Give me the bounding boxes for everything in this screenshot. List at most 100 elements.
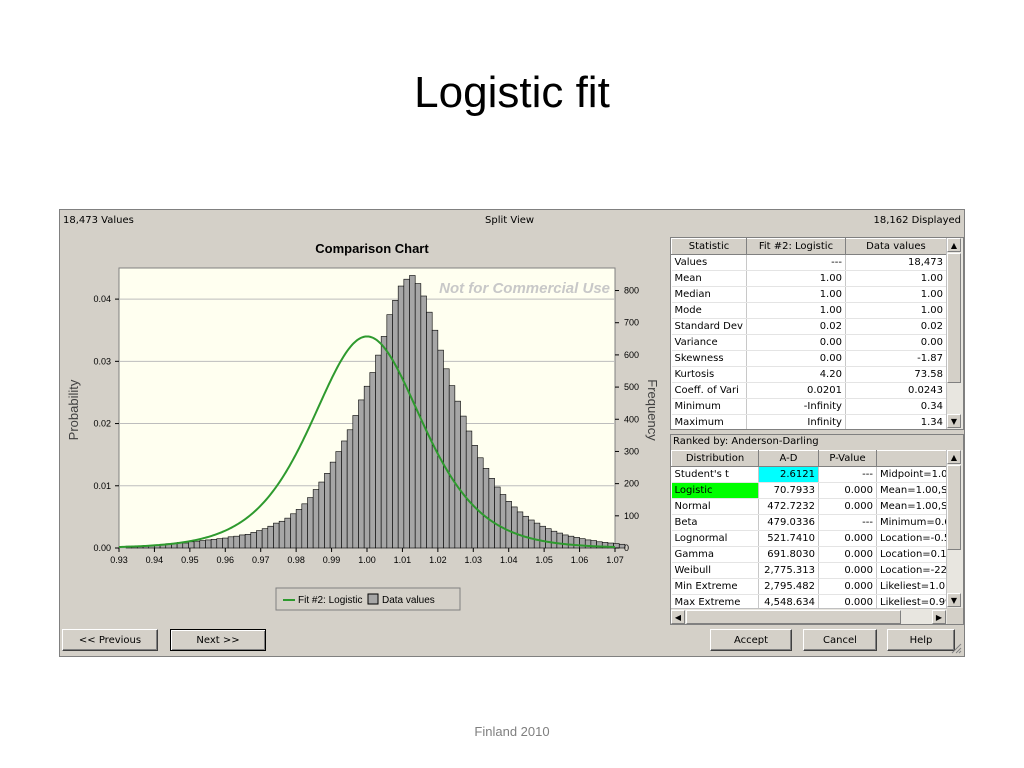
y-left-tick-label: 0.03 [93, 356, 111, 366]
histogram-bar [261, 528, 269, 549]
y-left-tick-label: 0.04 [93, 294, 111, 304]
scroll-thumb[interactable] [947, 253, 961, 383]
stat-name-cell: Minimum [671, 398, 747, 415]
histogram-bar [556, 532, 563, 549]
ranked-header-pvalue[interactable]: P-Value [818, 450, 877, 467]
scroll-thumb[interactable] [947, 465, 961, 550]
resize-grip-icon[interactable] [950, 642, 962, 654]
histogram-bar [188, 541, 195, 549]
stat-row[interactable]: Median 1.00 1.00 [671, 286, 948, 303]
ranked-header-distribution[interactable]: Distribution [671, 450, 759, 467]
scroll-up-icon[interactable]: ▲ [947, 450, 961, 464]
ranked-horizontal-scrollbar[interactable]: ◀ ▶ [671, 608, 947, 624]
ranked-row[interactable]: Normal 472.7232 0.000 Mean=1.00,St [671, 498, 948, 515]
x-tick-label: 0.96 [217, 555, 235, 565]
y-right-tick-label: 100 [624, 511, 639, 521]
scroll-up-icon[interactable]: ▲ [947, 238, 961, 252]
histogram-bar [471, 445, 478, 549]
ranked-row[interactable]: Weibull 2,775.313 0.000 Location=-22. [671, 562, 948, 579]
stat-row[interactable]: Kurtosis 4.20 73.58 [671, 366, 948, 383]
stat-row[interactable]: Mean 1.00 1.00 [671, 270, 948, 287]
ranked-ad-cell: 691.8030 [758, 546, 819, 563]
stat-row[interactable]: Minimum -Infinity 0.34 [671, 398, 948, 415]
ranked-distributions-pane: Ranked by: Anderson-Darling Distribution… [670, 434, 964, 625]
ranked-pvalue-cell: 0.000 [818, 594, 877, 608]
left-axis-ticks: 0.00 0.01 0.02 0.03 0.04 [93, 294, 119, 553]
y-axis-label-frequency: Frequency [645, 379, 660, 441]
stat-fit-cell: 0.00 [746, 334, 846, 351]
previous-button[interactable]: << Previous [62, 629, 158, 651]
ranked-row[interactable]: Min Extreme 2,795.482 0.000 Likeliest=1.01 [671, 578, 948, 595]
histogram-bar [573, 537, 580, 549]
x-axis-ticks: 0.93 0.94 0.95 0.96 0.97 0.98 0.99 1.00 1.01 1.02… [110, 548, 624, 565]
displayed-count: 18,162 Displayed [873, 215, 961, 226]
ranked-header-ad[interactable]: A-D [758, 450, 819, 467]
stats-vertical-scrollbar[interactable]: ▲ ▼ [946, 238, 963, 429]
ranked-pvalue-cell: 0.000 [818, 546, 877, 563]
ranked-row[interactable]: Lognormal 521.7410 0.000 Location=-0.5 [671, 530, 948, 547]
stat-data-cell: 1.34 [845, 414, 948, 429]
ranked-row[interactable]: Logistic 70.7933 0.000 Mean=1.00,S [671, 482, 948, 499]
ranked-header-params[interactable] [876, 450, 948, 467]
ranked-pvalue-cell: 0.000 [818, 530, 877, 547]
stat-data-cell: 73.58 [845, 366, 948, 383]
next-button[interactable]: Next >> [170, 629, 266, 651]
help-button[interactable]: Help [887, 629, 955, 651]
histogram-bar [488, 478, 495, 549]
ranked-row[interactable]: Max Extreme 4,548.634 0.000 Likeliest=0.99 [671, 594, 948, 608]
histogram-bar [267, 525, 274, 549]
histogram-bar [205, 539, 212, 549]
stat-fit-cell: --- [746, 254, 846, 271]
ranked-grid[interactable]: Distribution A-D P-Value Student's t 2.61… [671, 450, 963, 608]
x-tick-label: 1.07 [606, 555, 624, 565]
stat-name-cell: Skewness [671, 350, 747, 367]
ranked-row[interactable]: Student's t 2.6121 --- Midpoint=1.0 [671, 466, 948, 483]
stat-data-cell: 0.02 [845, 318, 948, 335]
stat-name-cell: Maximum [671, 414, 747, 429]
cancel-button[interactable]: Cancel [803, 629, 877, 651]
stat-header-fit[interactable]: Fit #2: Logistic [746, 238, 846, 255]
stat-data-cell: 1.00 [845, 286, 948, 303]
histogram-bar [239, 534, 246, 549]
stat-row[interactable]: Mode 1.00 1.00 [671, 302, 948, 319]
histogram-bar [278, 520, 286, 549]
ranked-row[interactable]: Beta 479.0336 --- Minimum=0.6 [671, 514, 948, 531]
stat-name-cell: Kurtosis [671, 366, 747, 383]
ranked-pvalue-cell: 0.000 [818, 482, 877, 499]
stat-data-cell: 1.00 [845, 302, 948, 319]
stat-row[interactable]: Variance 0.00 0.00 [671, 334, 948, 351]
y-right-tick-label: 200 [624, 479, 639, 489]
stat-row[interactable]: Values --- 18,473 [671, 254, 948, 271]
stat-row[interactable]: Coeff. of Vari 0.0201 0.0243 [671, 382, 948, 399]
stat-row[interactable]: Skewness 0.00 -1.87 [671, 350, 948, 367]
stat-name-cell: Variance [671, 334, 747, 351]
ranked-vertical-scrollbar[interactable]: ▲ ▼ [946, 450, 963, 608]
stat-row[interactable]: Standard Dev 0.02 0.02 [671, 318, 948, 335]
scroll-thumb[interactable] [686, 610, 901, 624]
ranked-distribution-cell: Student's t [671, 466, 759, 483]
histogram-bar [545, 528, 552, 549]
scroll-left-icon[interactable]: ◀ [671, 610, 685, 624]
x-tick-label: 1.00 [358, 555, 376, 565]
histogram-bar [312, 489, 320, 549]
ranked-row[interactable]: Gamma 691.8030 0.000 Location=0.15 [671, 546, 948, 563]
stat-header-data[interactable]: Data values [844, 238, 948, 255]
scroll-down-icon[interactable]: ▼ [947, 414, 961, 428]
histogram-bar [216, 538, 223, 549]
y-right-tick-label: 700 [624, 318, 639, 328]
histogram-bar [182, 542, 189, 549]
histogram-bar [482, 468, 490, 549]
accept-button[interactable]: Accept [710, 629, 792, 651]
histogram-bar [477, 457, 484, 549]
legend-bar-swatch [367, 593, 379, 605]
chart-legend: Fit #2: Logistic Data values [275, 587, 461, 611]
histogram-bar [363, 385, 371, 549]
histogram-bar [550, 530, 558, 549]
x-tick-label: 1.03 [465, 555, 483, 565]
y-right-tick-label: 400 [624, 414, 639, 424]
stat-header-statistic[interactable]: Statistic [671, 238, 747, 255]
scroll-right-icon[interactable]: ▶ [932, 610, 946, 624]
statistics-grid[interactable]: Statistic Fit #2: Logistic Data values V… [670, 237, 964, 430]
stat-row[interactable]: Maximum Infinity 1.34 [671, 414, 948, 429]
scroll-down-icon[interactable]: ▼ [947, 593, 961, 607]
